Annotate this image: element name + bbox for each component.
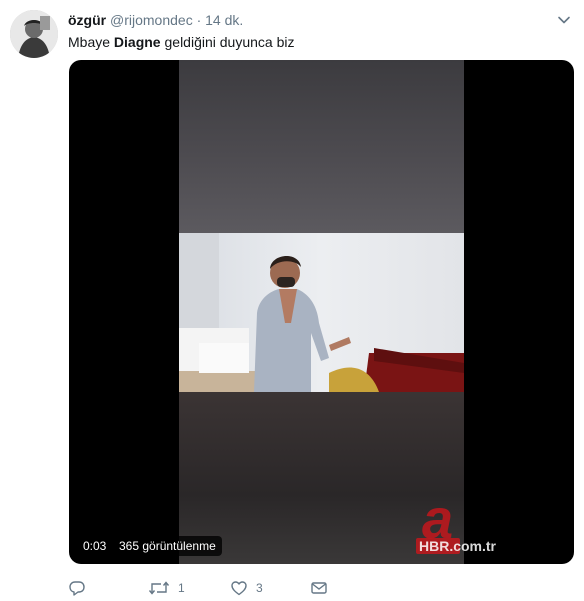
reply-icon: [69, 581, 85, 596]
tweet-text-after: geldiğini duyunca biz: [160, 34, 295, 50]
tweet-header: özgür @rijomondec · 14 dk.: [68, 10, 243, 30]
tweet-actions: 1 3: [68, 576, 368, 600]
author-handle[interactable]: @rijomondec: [110, 12, 193, 28]
retweet-button[interactable]: 1: [148, 576, 185, 600]
retweet-count: 1: [178, 581, 185, 595]
avatar-image: [10, 10, 58, 58]
heart-icon: [231, 581, 247, 596]
like-button[interactable]: 3: [230, 576, 263, 600]
video-views-badge: 365 görüntülenme: [113, 536, 222, 556]
envelope-icon: [311, 582, 327, 594]
chevron-down-icon[interactable]: [556, 12, 572, 28]
video-blur-top: [179, 60, 464, 233]
like-count: 3: [256, 581, 263, 595]
hbr-watermark: a HBR.com.tr: [414, 487, 564, 558]
video-frame: [179, 233, 464, 392]
retweet-icon: [148, 581, 170, 595]
watermark-text: HBR.com.tr: [419, 538, 497, 554]
tweet-text-before: Mbaye: [68, 34, 114, 50]
timestamp[interactable]: 14 dk.: [205, 12, 243, 28]
tweet-text: Mbaye Diagne geldiğini duyunca biz: [68, 32, 294, 52]
avatar[interactable]: [10, 10, 58, 58]
author-name[interactable]: özgür: [68, 12, 106, 28]
tweet-text-bold: Diagne: [113, 34, 161, 50]
hbr-logo: a HBR.com.tr: [416, 487, 497, 554]
video-still: [179, 233, 464, 392]
tweet: özgür @rijomondec · 14 dk. Mbaye Diagne …: [0, 0, 584, 601]
video-elapsed-badge: 0:03: [77, 536, 113, 556]
direct-message-button[interactable]: [310, 576, 328, 600]
video-player[interactable]: 0:03 365 görüntülenme a HBR.com.tr: [69, 60, 574, 564]
separator-dot: ·: [196, 12, 202, 28]
reply-button[interactable]: [68, 576, 94, 600]
